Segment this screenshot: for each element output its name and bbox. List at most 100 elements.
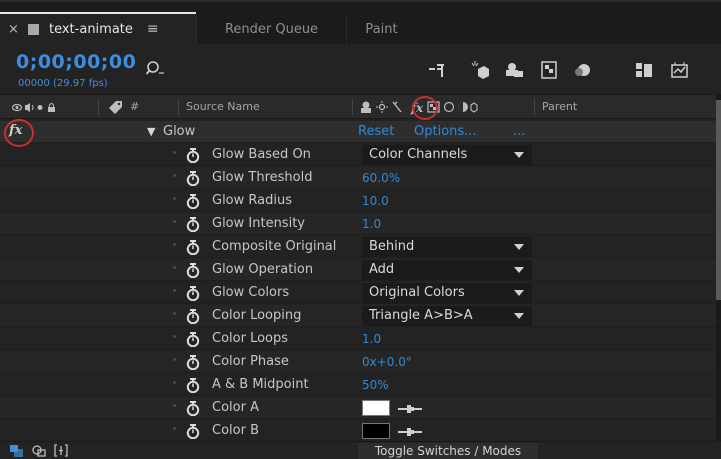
- property-name: Glow Operation: [212, 262, 314, 277]
- stopwatch-icon[interactable]: [185, 216, 201, 233]
- tab-label: text-animate: [49, 21, 133, 37]
- stopwatch-icon[interactable]: [185, 285, 201, 302]
- property-row-a-b-midpoint[interactable]: A & B Midpoint 50%: [0, 374, 716, 396]
- property-row-color-phase[interactable]: Color Phase 0x+0.0°: [0, 351, 716, 373]
- property-row-color-b[interactable]: Color B: [0, 420, 716, 442]
- stopwatch-icon[interactable]: [185, 193, 201, 210]
- composition-mini-flowchart-icon[interactable]: [428, 61, 448, 79]
- property-name: Glow Colors: [212, 285, 290, 300]
- hide-shy-layers-icon[interactable]: [505, 61, 525, 79]
- stopwatch-icon[interactable]: [185, 423, 201, 440]
- stopwatch-icon[interactable]: [185, 354, 201, 371]
- color-phase-value[interactable]: 0x+0.0°: [362, 355, 412, 369]
- close-icon[interactable]: ×: [8, 22, 22, 37]
- frame-blending-icon[interactable]: [540, 61, 560, 79]
- keyframe-editor-icon[interactable]: [670, 61, 690, 79]
- eyedropper-icon[interactable]: [398, 426, 422, 436]
- column-separator: [352, 99, 353, 115]
- stopwatch-icon[interactable]: [185, 239, 201, 256]
- row-indent-dot: [173, 312, 176, 315]
- property-row-glow-threshold[interactable]: Glow Threshold 60.0%: [0, 167, 716, 189]
- effect-name[interactable]: Glow: [163, 124, 195, 139]
- stopwatch-icon[interactable]: [185, 331, 201, 348]
- property-name: A & B Midpoint: [212, 377, 309, 392]
- glow-colors-dropdown[interactable]: Original Colors: [362, 283, 532, 303]
- property-row-glow-intensity[interactable]: Glow Intensity 1.0: [0, 213, 716, 235]
- glow-intensity-value[interactable]: 1.0: [362, 217, 381, 231]
- av-features-icons[interactable]: [12, 102, 56, 113]
- in-out-duration-pane-icon[interactable]: [54, 444, 68, 457]
- glow-operation-dropdown[interactable]: Add: [362, 260, 532, 280]
- chevron-down-icon: [514, 244, 524, 250]
- glow-threshold-value[interactable]: 60.0%: [362, 171, 400, 185]
- property-row-glow-operation[interactable]: Glow Operation Add: [0, 259, 716, 281]
- layer-column-header: # Source Name fx Parent: [0, 94, 716, 119]
- composite-original-dropdown[interactable]: Behind: [362, 237, 532, 257]
- graph-editor-icon[interactable]: [635, 61, 655, 79]
- layer-switches-pane-icon[interactable]: [10, 445, 24, 457]
- tab-render-queue[interactable]: Render Queue: [196, 14, 346, 44]
- column-separator: [98, 99, 99, 115]
- tab-bar-divider: [0, 0, 721, 2]
- tab-text-animate[interactable]: × text-animate ≡: [0, 12, 196, 44]
- a-b-midpoint-value[interactable]: 50%: [362, 378, 389, 392]
- row-indent-dot: [173, 358, 176, 361]
- property-name: Color Loops: [212, 331, 289, 346]
- eyedropper-icon[interactable]: [398, 403, 422, 413]
- stopwatch-icon[interactable]: [185, 400, 201, 417]
- options-link[interactable]: Options...: [414, 124, 477, 139]
- row-indent-dot: [173, 220, 176, 223]
- property-name: Color B: [212, 423, 259, 438]
- motion-blur-icon[interactable]: [573, 61, 593, 79]
- transfer-controls-pane-icon[interactable]: [32, 445, 46, 457]
- property-row-color-looping[interactable]: Color Looping Triangle A>B>A: [0, 305, 716, 327]
- stopwatch-icon[interactable]: [185, 170, 201, 187]
- annotation-circle-fx-switch: [412, 96, 438, 120]
- row-indent-dot: [173, 243, 176, 246]
- glow-radius-value[interactable]: 10.0: [362, 194, 389, 208]
- timeline-toolbar: 0;00;00;00 00000 (29.97 fps): [0, 44, 721, 94]
- draft-3d-icon[interactable]: [470, 61, 490, 79]
- stopwatch-icon[interactable]: [185, 147, 201, 164]
- dropdown-value: Add: [369, 262, 395, 277]
- source-name-header[interactable]: Source Name: [186, 100, 260, 113]
- row-indent-dot: [173, 151, 176, 154]
- property-row-color-loops[interactable]: Color Loops 1.0: [0, 328, 716, 350]
- effect-row-glow[interactable]: fx ▼ Glow Reset Options... ...: [0, 121, 716, 143]
- property-name: Glow Radius: [212, 193, 292, 208]
- color-loops-value[interactable]: 1.0: [362, 332, 381, 346]
- panel-menu-icon[interactable]: ≡: [147, 21, 159, 37]
- property-row-color-a[interactable]: Color A: [0, 397, 716, 419]
- parent-header[interactable]: Parent: [542, 100, 577, 113]
- timeline-bottom-bar: Toggle Switches / Modes: [0, 441, 721, 459]
- stopwatch-icon[interactable]: [185, 308, 201, 325]
- dropdown-value: Color Channels: [369, 147, 468, 162]
- color-looping-dropdown[interactable]: Triangle A>B>A: [362, 306, 532, 326]
- chevron-down-icon: [514, 290, 524, 296]
- row-indent-dot: [173, 197, 176, 200]
- tab-paint[interactable]: Paint: [346, 14, 416, 44]
- color-b-swatch[interactable]: [362, 423, 390, 439]
- property-row-glow-colors[interactable]: Glow Colors Original Colors: [0, 282, 716, 304]
- glow-based-on-dropdown[interactable]: Color Channels: [362, 145, 532, 165]
- search-icon[interactable]: [145, 58, 165, 78]
- property-row-composite-original[interactable]: Composite Original Behind: [0, 236, 716, 258]
- row-indent-dot: [173, 404, 176, 407]
- current-time-display[interactable]: 0;00;00;00: [16, 51, 136, 73]
- stopwatch-icon[interactable]: [185, 377, 201, 394]
- twirl-down-arrow-icon[interactable]: ▼: [147, 125, 155, 138]
- label-tag-icon[interactable]: [108, 101, 123, 114]
- reset-link[interactable]: Reset: [358, 124, 394, 139]
- effect-controls-link[interactable]: ...: [513, 124, 525, 139]
- row-indent-dot: [173, 335, 176, 338]
- row-indent-dot: [173, 427, 176, 430]
- tab-bar: × text-animate ≡ Render Queue Paint: [0, 0, 721, 44]
- toggle-switches-modes-button[interactable]: Toggle Switches / Modes: [358, 443, 538, 459]
- color-a-swatch[interactable]: [362, 400, 390, 416]
- property-name: Color Phase: [212, 354, 289, 369]
- dropdown-value: Original Colors: [369, 285, 465, 300]
- property-row-glow-based-on[interactable]: Glow Based On Color Channels: [0, 144, 716, 166]
- stopwatch-icon[interactable]: [185, 262, 201, 279]
- vertical-scrollbar-thumb[interactable]: [716, 100, 721, 300]
- property-row-glow-radius[interactable]: Glow Radius 10.0: [0, 190, 716, 212]
